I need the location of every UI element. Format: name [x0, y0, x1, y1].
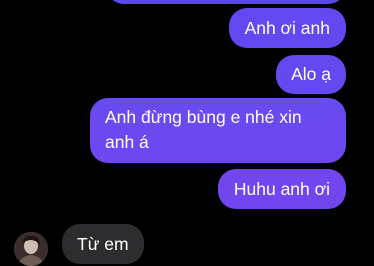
message-text: Huhu anh ơi	[233, 179, 330, 199]
outgoing-message-bubble[interactable]	[106, 0, 346, 4]
person-photo-icon	[14, 232, 48, 266]
incoming-message-bubble[interactable]: Từ em	[62, 224, 144, 264]
outgoing-message-bubble[interactable]: Anh đừng bùng e nhé xin anh á	[90, 98, 346, 163]
message-text: Từ em	[77, 234, 129, 254]
contact-avatar[interactable]	[14, 232, 48, 266]
message-thread: Anh ơi anh Alo ạ Anh đừng bùng e nhé xin…	[0, 0, 374, 266]
outgoing-message-bubble[interactable]: Anh ơi anh	[228, 8, 346, 48]
message-text: Alo ạ	[291, 64, 331, 84]
outgoing-message-bubble[interactable]: Huhu anh ơi	[217, 169, 346, 209]
message-text: Anh ơi anh	[244, 18, 330, 38]
incoming-message-row: Từ em	[12, 224, 212, 266]
message-text: Anh đừng bùng e nhé xin anh á	[105, 107, 302, 152]
outgoing-message-bubble[interactable]: Alo ạ	[276, 55, 346, 94]
